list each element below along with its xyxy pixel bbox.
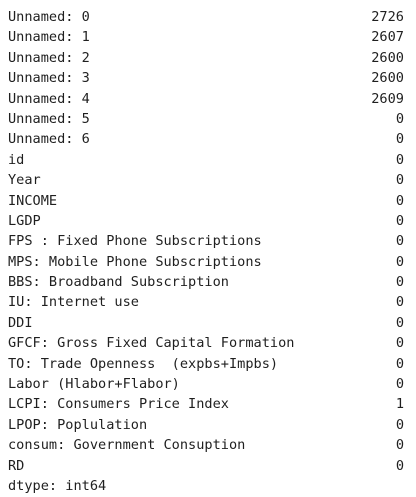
row-value: 2600 <box>371 70 404 87</box>
row-value: 0 <box>395 457 404 474</box>
row-value: 0 <box>395 131 404 148</box>
series-row: Unnamed: 6 0 <box>8 129 404 149</box>
row-value: 0 <box>395 274 404 291</box>
series-row: id 0 <box>8 150 404 170</box>
row-label: INCOME <box>8 192 58 209</box>
row-value: 0 <box>395 192 404 209</box>
series-row: DDI 0 <box>8 313 404 333</box>
series-row: Unnamed: 1 2607 <box>8 27 404 47</box>
row-label: LPOP: Poplulation <box>8 416 148 433</box>
row-value: 0 <box>395 294 404 311</box>
dtype-line: dtype: int64 <box>8 477 107 494</box>
row-label: LCPI: Consumers Price Index <box>8 396 229 413</box>
row-label: Unnamed: 6 <box>8 131 90 148</box>
series-row: LGDP 0 <box>8 211 404 231</box>
series-row: Labor (Hlabor+Flabor) 0 <box>8 374 404 394</box>
row-value: 0 <box>395 376 404 393</box>
series-row: Year 0 <box>8 170 404 190</box>
row-label: Unnamed: 4 <box>8 90 90 107</box>
row-label: BBS: Broadband Subscription <box>8 274 229 291</box>
row-value: 0 <box>395 172 404 189</box>
series-row: BBS: Broadband Subscription 0 <box>8 272 404 292</box>
series-row: Unnamed: 5 0 <box>8 109 404 129</box>
row-label: FPS : Fixed Phone Subscriptions <box>8 233 262 250</box>
row-label: Labor (Hlabor+Flabor) <box>8 376 180 393</box>
row-label: Unnamed: 0 <box>8 9 90 25</box>
row-label: consum: Government Consuption <box>8 437 246 454</box>
series-row: consum: Government Consuption 0 <box>8 435 404 455</box>
row-value: 0 <box>395 355 404 372</box>
row-value: 2609 <box>371 90 404 107</box>
row-label: Unnamed: 3 <box>8 70 90 87</box>
row-label: Unnamed: 5 <box>8 110 90 127</box>
series-row: Unnamed: 3 2600 <box>8 68 404 88</box>
row-value: 0 <box>395 314 404 331</box>
series-row: MPS: Mobile Phone Subscriptions 0 <box>8 252 404 272</box>
row-label: Unnamed: 1 <box>8 29 90 46</box>
row-value: 2600 <box>371 49 404 66</box>
row-value: 0 <box>395 416 404 433</box>
row-value: 0 <box>395 335 404 352</box>
row-value: 0 <box>395 151 404 168</box>
row-label: IU: Internet use <box>8 294 139 311</box>
series-row: LPOP: Poplulation 0 <box>8 415 404 435</box>
row-value: 0 <box>395 110 404 127</box>
cell-output-series: Unnamed: 0 2726 Unnamed: 1 2607 Unnamed: 2… <box>8 7 404 496</box>
series-row: INCOME 0 <box>8 191 404 211</box>
row-label: RD <box>8 457 25 474</box>
row-label: Unnamed: 2 <box>8 49 90 66</box>
row-label: LGDP <box>8 212 41 229</box>
series-row: Unnamed: 2 2600 <box>8 48 404 68</box>
row-label: TO: Trade Openness (expbs+Impbs) <box>8 355 279 372</box>
row-label: Year <box>8 172 41 189</box>
series-row: Unnamed: 0 2726 <box>8 7 404 27</box>
row-value: 2726 <box>371 9 404 25</box>
series-row: GFCF: Gross Fixed Capital Formation 0 <box>8 333 404 353</box>
series-row: Unnamed: 4 2609 <box>8 89 404 109</box>
row-label: DDI <box>8 314 33 331</box>
row-label: GFCF: Gross Fixed Capital Formation <box>8 335 295 352</box>
series-row: LCPI: Consumers Price Index 1 <box>8 394 404 414</box>
row-label: id <box>8 151 25 168</box>
row-value: 0 <box>395 253 404 270</box>
series-row: IU: Internet use 0 <box>8 292 404 312</box>
row-value: 2607 <box>371 29 404 46</box>
row-value: 0 <box>395 212 404 229</box>
row-value: 0 <box>395 437 404 454</box>
series-row: RD 0 <box>8 456 404 476</box>
row-value: 1 <box>395 396 404 413</box>
row-value: 0 <box>395 233 404 250</box>
row-label: MPS: Mobile Phone Subscriptions <box>8 253 262 270</box>
series-row: TO: Trade Openness (expbs+Impbs) 0 <box>8 354 404 374</box>
series-row: FPS : Fixed Phone Subscriptions 0 <box>8 231 404 251</box>
